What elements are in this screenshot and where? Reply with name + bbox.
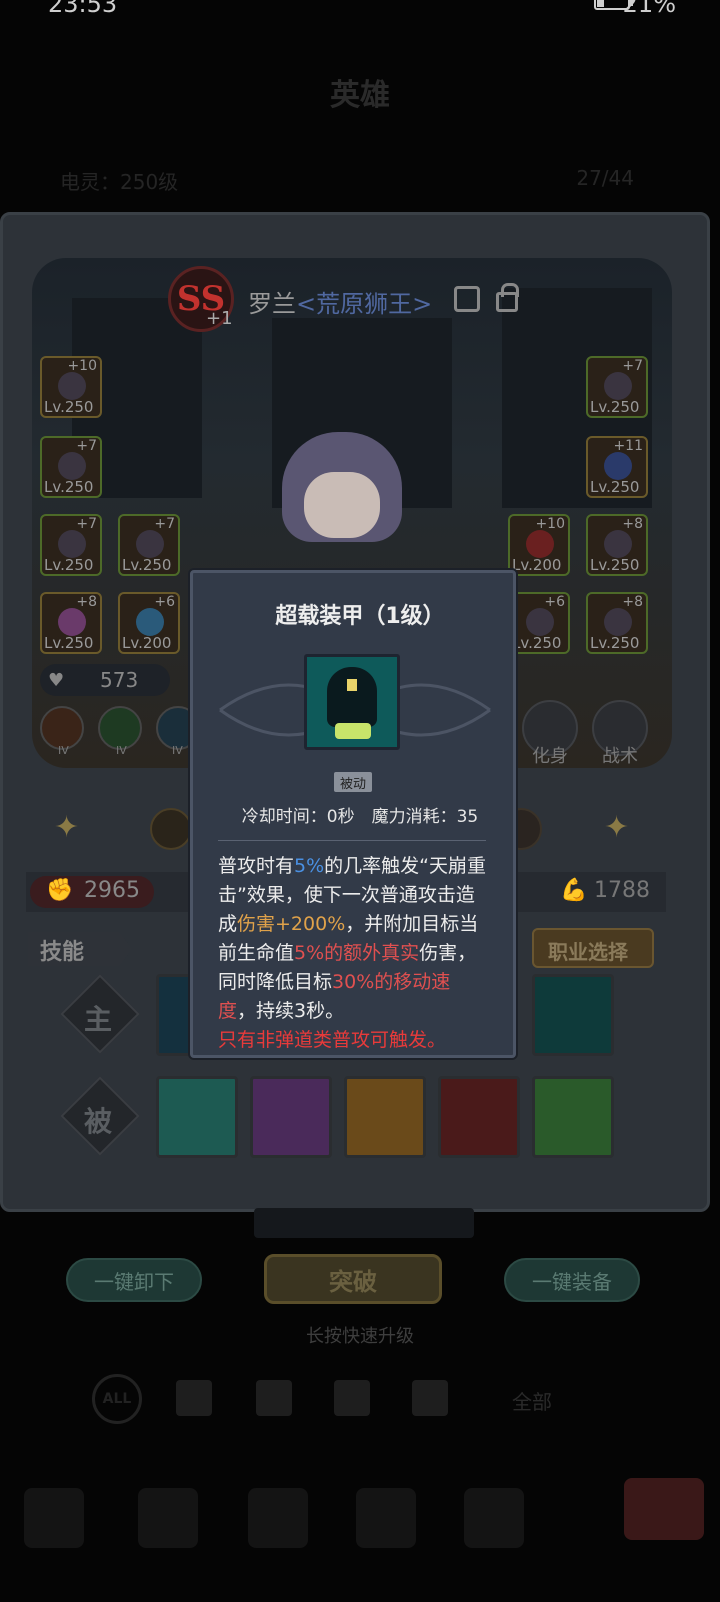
class-select-label: 职业选择 xyxy=(548,940,628,964)
equip-slot-right-1[interactable]: +7 Lv.250 xyxy=(586,356,648,418)
tactics-label: 战术 xyxy=(602,746,638,767)
level-cap: 电灵：250级 xyxy=(60,170,179,194)
unequip-all-button[interactable]: 一键卸下 xyxy=(66,1258,202,1302)
equip-slot-helmet[interactable]: +7 Lv.250 xyxy=(40,436,102,498)
passive-tag: 被动 xyxy=(334,772,372,792)
popup-divider xyxy=(218,840,486,841)
passive-skill-slot[interactable] xyxy=(250,1076,332,1158)
popup-title: 超载装甲（1级） xyxy=(275,604,445,629)
hold-hint: 长按快速升级 xyxy=(306,1326,414,1347)
status-time: 23:53 xyxy=(48,0,118,18)
skill-description: 普攻时有5%的几率触发“天崩重击”效果，使下一次普通攻击造成伤害+200%，并附… xyxy=(218,855,487,1051)
main-skill-label: 主 xyxy=(84,1003,113,1036)
filter-dropdown-label[interactable]: 全部 xyxy=(512,1386,552,1415)
equip-slot-right-4[interactable]: +8 Lv.250 xyxy=(586,514,648,576)
hero-character[interactable] xyxy=(282,432,402,582)
equip-slot-right-3[interactable]: +10 Lv.200 xyxy=(508,514,570,576)
battery-percent: 21% xyxy=(622,0,676,18)
passive-skill-slot[interactable] xyxy=(438,1076,520,1158)
filter-all-button[interactable]: ALL xyxy=(92,1374,142,1424)
overload-armor-skill-icon xyxy=(304,654,400,750)
hero-count: 27/44 xyxy=(576,166,634,190)
nav-recruit[interactable] xyxy=(248,1488,308,1548)
rank-plus: +1 xyxy=(206,308,233,329)
equip-all-button[interactable]: 一键装备 xyxy=(504,1258,640,1302)
heart-icon: ♥ xyxy=(48,670,65,691)
passive-skill-slot[interactable] xyxy=(156,1076,238,1158)
skill-restriction: 只有非弹道类普攻可触发。 xyxy=(218,1029,447,1051)
attack-value: 2965 xyxy=(84,878,140,903)
skills-tab-label: 技能 xyxy=(40,940,85,965)
fist-icon: ✊ xyxy=(46,878,74,903)
equip-slot-armor[interactable]: +7 Lv.250 xyxy=(40,514,102,576)
cooldown-line: 冷却时间：0秒 魔力消耗：35 xyxy=(241,807,479,827)
passive-skill-slot[interactable] xyxy=(532,1076,614,1158)
transform-label: 化身 xyxy=(532,746,568,767)
filter-mage-icon[interactable] xyxy=(256,1380,292,1416)
power-value: 573 xyxy=(100,668,139,692)
defense-value: 1788 xyxy=(594,878,650,903)
page-title: 英雄 xyxy=(330,78,390,113)
rune-level: IV xyxy=(172,744,183,757)
equip-slot-weapon[interactable]: +10 Lv.250 xyxy=(40,356,102,418)
edit-icon[interactable] xyxy=(454,286,480,312)
equip-slot-right-2[interactable]: +11 Lv.250 xyxy=(586,436,648,498)
passive-skill-label: 被 xyxy=(84,1105,113,1138)
rune-level: IV xyxy=(58,744,69,757)
hero-name-line: 罗兰<荒原狮王> xyxy=(248,284,432,319)
nav-shop[interactable] xyxy=(464,1488,524,1548)
equip-slot-gloves[interactable]: +7 Lv.250 xyxy=(118,514,180,576)
breakthrough-button[interactable]: 突破 xyxy=(264,1254,442,1304)
filter-warrior-icon[interactable] xyxy=(176,1380,212,1416)
hero-title: <荒原狮王> xyxy=(296,290,433,318)
passive-skill-slot[interactable] xyxy=(344,1076,426,1158)
filter-ranger-icon[interactable] xyxy=(334,1380,370,1416)
nav-team[interactable] xyxy=(138,1488,198,1548)
status-bar: 23:53 21% xyxy=(0,0,720,18)
arm-icon: 💪 xyxy=(560,878,588,903)
nav-bag[interactable] xyxy=(356,1488,416,1548)
lock-icon[interactable] xyxy=(496,283,519,312)
hero-name: 罗兰 xyxy=(248,290,296,318)
rune-level: IV xyxy=(116,744,127,757)
resource-bar xyxy=(254,1208,474,1238)
next-arrow-button[interactable] xyxy=(624,1478,704,1540)
filter-support-icon[interactable] xyxy=(412,1380,448,1416)
nav-heroes[interactable] xyxy=(24,1488,84,1548)
main-skill-slot-armor[interactable] xyxy=(532,974,614,1056)
